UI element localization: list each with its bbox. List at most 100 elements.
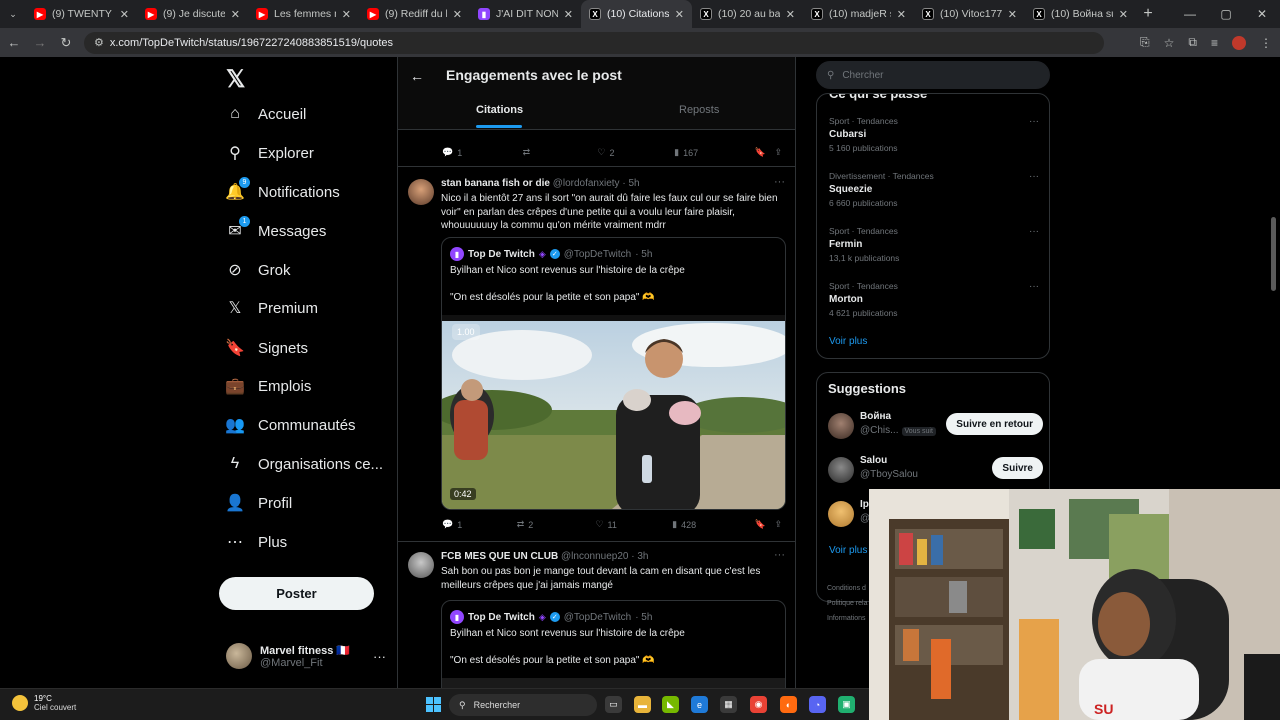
trend-item[interactable]: Divertissement · Tendances Squeezie 6 660 … [829, 171, 1039, 208]
browser-tab[interactable]: ▶ (9) TWENTY TWENTY ✕ [26, 0, 137, 28]
more-icon[interactable]: ··· [373, 649, 386, 664]
author-name[interactable]: FCB MES QUE UN CLUB [441, 551, 558, 562]
close-tab-icon[interactable]: ✕ [231, 8, 240, 21]
start-button[interactable] [426, 697, 441, 712]
trend-item[interactable]: Sport · Tendances Cubarsi 5 160 publicatio… [829, 116, 1039, 153]
tab-search-icon[interactable]: ⌄ [0, 0, 26, 28]
quoted-post[interactable]: ▮ Top De Twitch ◈ ✓ @TopDeTwitch · 5h By… [441, 237, 786, 510]
store-icon[interactable]: ▦ [720, 696, 737, 713]
install-icon[interactable]: ⎘ [1140, 35, 1150, 50]
reload-icon[interactable]: ↻ [54, 35, 78, 51]
profile-avatar[interactable] [1232, 35, 1246, 50]
back-arrow-icon[interactable]: ← [410, 68, 424, 84]
like-button[interactable]: ♡ 2 [597, 147, 674, 158]
account-switcher[interactable]: Marvel fitness 🇫🇷 @Marvel_Fit ··· [226, 643, 386, 669]
browser-tab[interactable]: X (10) 20 au bac SES ✕ [692, 0, 803, 28]
share-icon[interactable]: ⇪ [774, 147, 782, 158]
more-icon[interactable]: ··· [774, 549, 785, 561]
file-explorer-icon[interactable]: ▬ [634, 696, 651, 713]
share-icon[interactable]: ⇪ [774, 519, 782, 530]
repost-button[interactable]: ⇄ 2 [517, 519, 596, 530]
footer-link[interactable]: Politique rela [827, 596, 867, 611]
author-name[interactable]: stan banana fish or die [441, 178, 550, 189]
media-icon[interactable]: ≡ [1211, 36, 1218, 50]
nav-item-grok[interactable]: ⊘ Grok [226, 261, 290, 280]
close-window-icon[interactable]: ✕ [1244, 7, 1280, 21]
nav-item-profil[interactable]: 👤 Profil [225, 494, 292, 513]
star-icon[interactable]: ☆ [1164, 36, 1175, 50]
post-time[interactable]: · 5h [622, 178, 639, 189]
close-tab-icon[interactable]: ✕ [453, 8, 462, 21]
trend-item[interactable]: Sport · Tendances Fermin 13,1 k publicatio… [829, 226, 1039, 263]
close-tab-icon[interactable]: ✕ [897, 8, 906, 21]
playback-rate[interactable]: 1.00 [452, 324, 480, 340]
post-button[interactable]: Poster [219, 577, 374, 610]
browser-tab[interactable]: X (10) Citations de c ✕ [581, 0, 692, 28]
forward-icon[interactable]: → [28, 35, 52, 50]
browser-tab[interactable]: ▶ Les femmes noires ✕ [248, 0, 359, 28]
weather-widget[interactable]: 19°C Ciel couvert [12, 694, 76, 712]
nav-item-premium[interactable]: 𝕏 Premium [226, 299, 318, 318]
back-icon[interactable]: ← [2, 35, 26, 50]
avatar[interactable] [408, 179, 434, 205]
close-tab-icon[interactable]: ✕ [342, 8, 351, 21]
close-tab-icon[interactable]: ✕ [1119, 8, 1128, 21]
nav-item-messages[interactable]: ✉ 1 Messages [226, 216, 326, 240]
browser-tab[interactable]: X (10) madjeR sur X ✕ [803, 0, 914, 28]
quoted-post[interactable]: ▮ Top De Twitch ◈ ✓ @TopDeTwitch · 5h By… [441, 600, 786, 688]
nav-item-accueil[interactable]: ⌂ Accueil [226, 105, 306, 123]
browser-tab[interactable]: X (10) Война sur X ✕ [1025, 0, 1136, 28]
reply-button[interactable]: 💬 1 [442, 147, 523, 158]
follow-button[interactable]: Suivre [992, 457, 1043, 479]
video-player[interactable] [442, 678, 785, 688]
reply-button[interactable]: 💬 1 [442, 519, 517, 530]
quote-post[interactable]: FCB MES QUE UN CLUB @lnconnuep20 · 3h ··… [398, 542, 795, 688]
suggestion-item[interactable]: Salou @TboySalou Suivre [828, 455, 1043, 485]
chrome-icon[interactable]: ◉ [750, 696, 767, 713]
task-view-icon[interactable]: ▭ [605, 696, 622, 713]
discord-icon[interactable]: ◔ [809, 696, 826, 713]
author-handle[interactable]: @lordofanxiety [553, 178, 620, 189]
quote-post[interactable]: stan banana fish or die @lordofanxiety ·… [398, 167, 795, 542]
nav-item-communautés[interactable]: 👥 Communautés [225, 416, 356, 435]
x-logo-icon[interactable]: 𝕏 [226, 65, 245, 94]
post-time[interactable]: · 3h [631, 551, 648, 562]
nvidia-icon[interactable]: ◣ [662, 696, 679, 713]
more-icon[interactable]: ··· [1029, 171, 1039, 182]
firefox-icon[interactable]: ◐ [780, 696, 797, 713]
app-icon[interactable]: ▣ [838, 696, 855, 713]
more-icon[interactable]: ··· [774, 176, 785, 188]
nav-item-explorer[interactable]: ⚲ Explorer [226, 144, 314, 163]
see-more-link[interactable]: Voir plus [829, 336, 867, 347]
views-button[interactable]: ▮ 428 [672, 519, 755, 530]
browser-tab[interactable]: ▮ J'AI DIT NON AU ✕ [470, 0, 581, 28]
address-bar[interactable]: ⚙ x.com/TopDeTwitch/status/1967227240883… [84, 31, 1104, 54]
bookmark-icon[interactable]: 🔖 [755, 519, 775, 530]
close-tab-icon[interactable]: ✕ [120, 8, 129, 21]
nav-item-emplois[interactable]: 💼 Emplois [225, 377, 311, 396]
follow-back-button[interactable]: Suivre en retour [946, 413, 1043, 435]
edge-icon[interactable]: e [691, 696, 708, 713]
more-icon[interactable]: ··· [1029, 116, 1039, 127]
search-input[interactable]: ⚲ Chercher [816, 61, 1050, 89]
tab-reposts[interactable]: Reposts [679, 104, 719, 116]
menu-icon[interactable]: ⋮ [1260, 36, 1272, 50]
taskbar-search[interactable]: ⚲ Rechercher [449, 694, 597, 716]
author-handle[interactable]: @lnconnuep20 [561, 551, 628, 562]
minimize-icon[interactable]: — [1172, 7, 1208, 21]
close-tab-icon[interactable]: ✕ [675, 8, 684, 21]
views-button[interactable]: ▮ 167 [674, 147, 755, 158]
new-tab-button[interactable]: + [1136, 5, 1160, 23]
page-scrollbar[interactable] [1271, 217, 1276, 291]
site-info-icon[interactable]: ⚙ [94, 36, 104, 49]
nav-item-signets[interactable]: 🔖 Signets [225, 339, 308, 358]
maximize-icon[interactable]: ▢ [1208, 7, 1244, 21]
footer-link[interactable]: Conditions d [827, 581, 867, 596]
nav-item-notifications[interactable]: 🔔 9 Notifications [225, 177, 340, 201]
extensions-icon[interactable]: ⧉ [1188, 35, 1197, 50]
see-more-link[interactable]: Voir plus [829, 545, 867, 556]
avatar[interactable] [408, 552, 434, 578]
more-icon[interactable]: ··· [1029, 226, 1039, 237]
more-icon[interactable]: ··· [1029, 281, 1039, 292]
tab-citations[interactable]: Citations [476, 104, 523, 116]
